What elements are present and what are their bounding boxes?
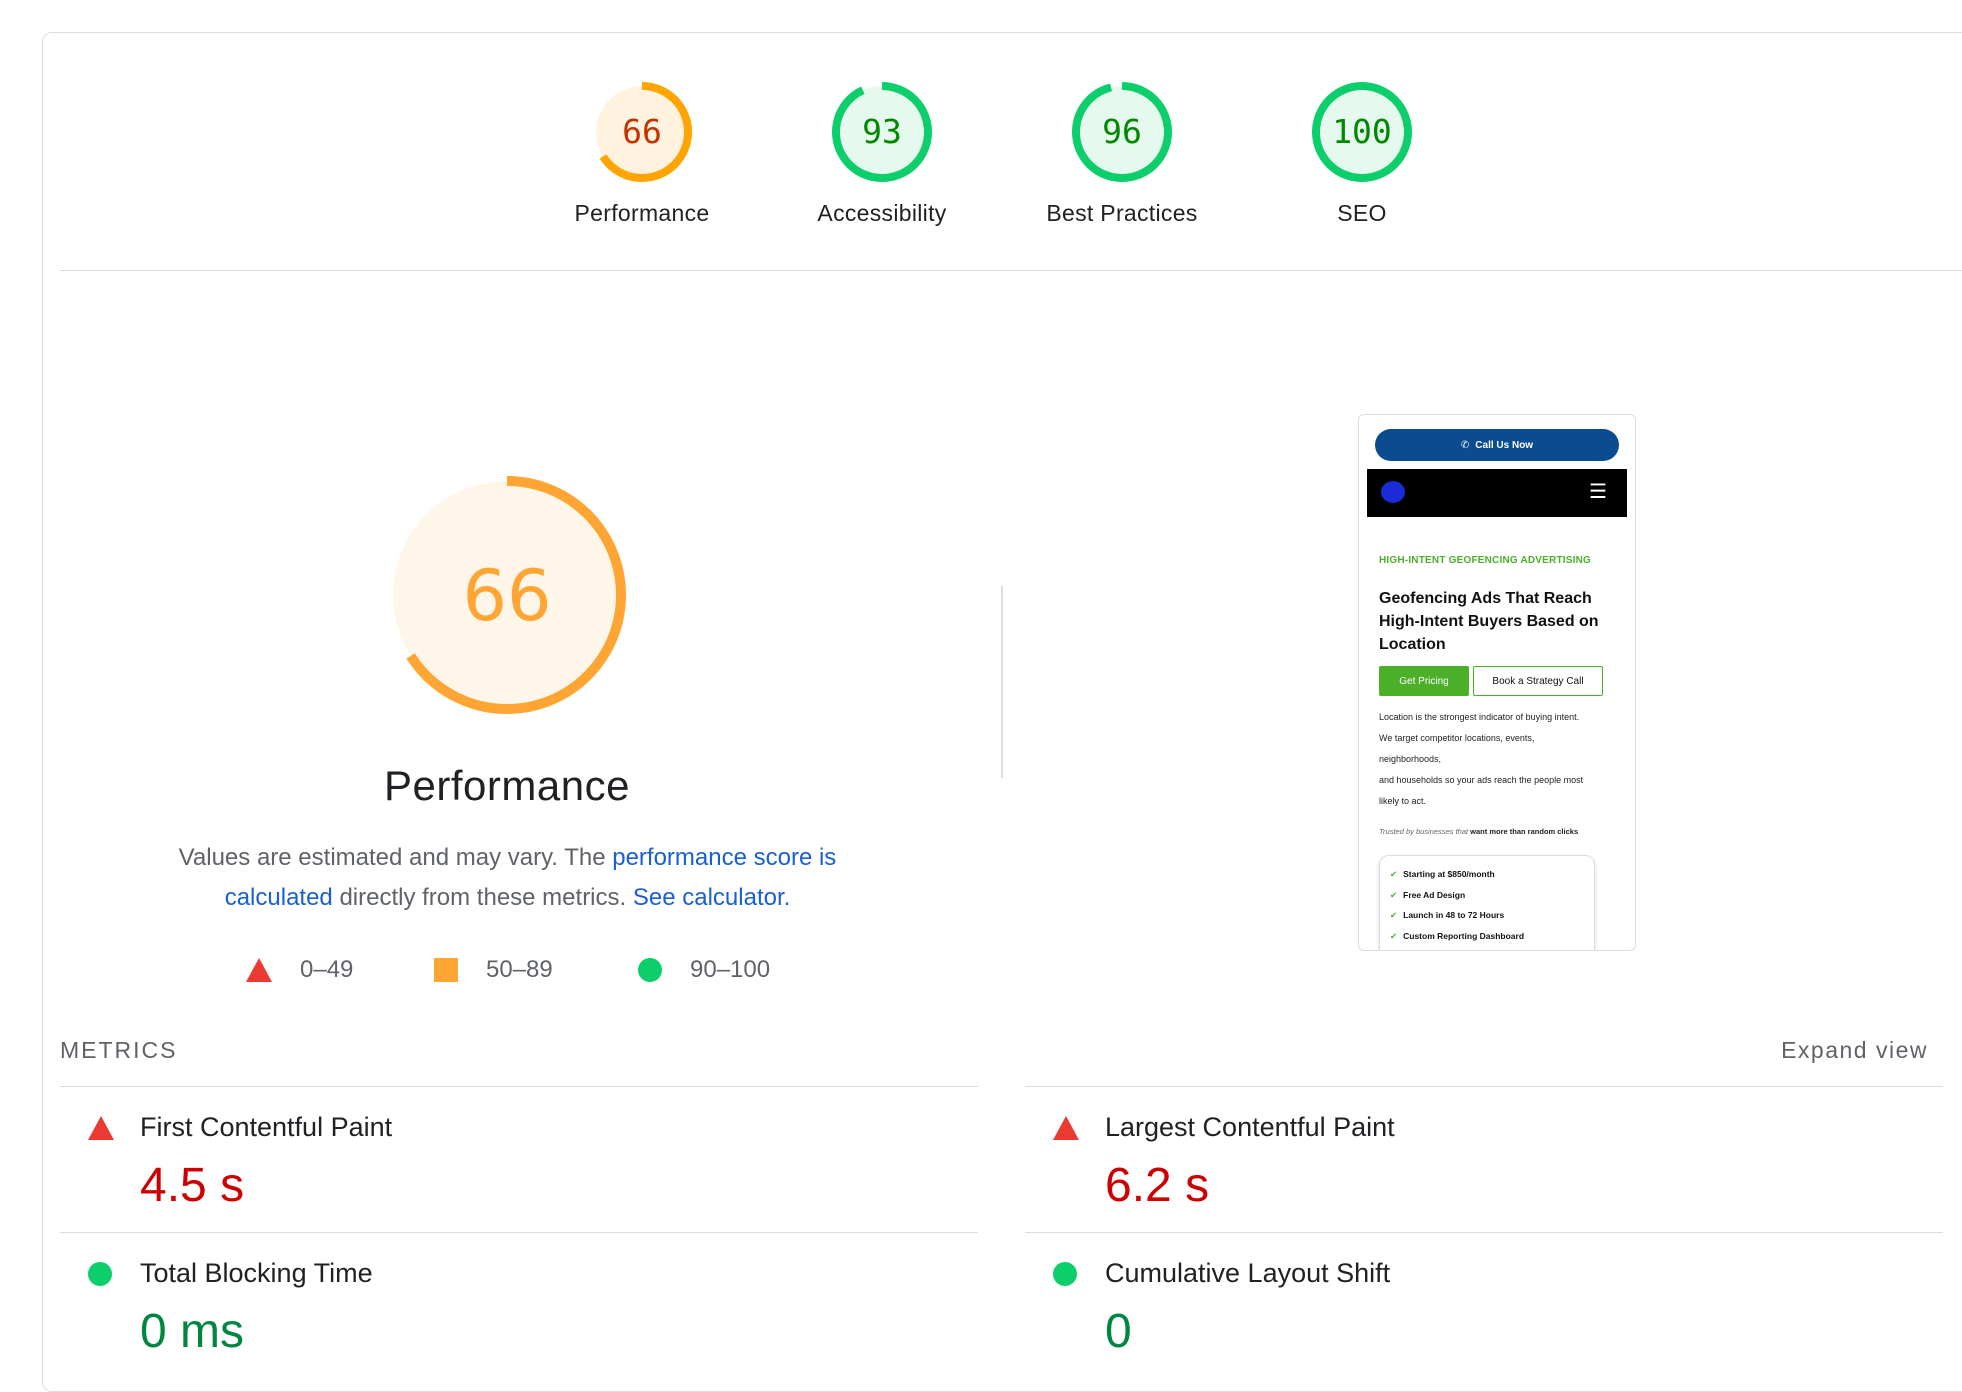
- gauge-label: Accessibility: [817, 200, 947, 226]
- fail-triangle-icon: [1053, 1116, 1079, 1140]
- expand-view-toggle[interactable]: Expand view: [1781, 1037, 1928, 1064]
- circle-icon: [638, 958, 662, 982]
- hero-headline: Geofencing Ads That Reach High-Intent Bu…: [1379, 590, 1599, 653]
- final-screenshot[interactable]: ✆ Call Us Now ☰ HIGH-INTENT GEOFENCING A…: [1358, 414, 1636, 951]
- gauge-seo[interactable]: 100 SEO: [1242, 80, 1482, 227]
- gauge-label: SEO: [1337, 200, 1387, 226]
- body-line: likely to act.: [1379, 796, 1427, 806]
- checklist-label: Launch in 48 to 72 Hours: [1403, 910, 1505, 920]
- metric-name: Total Blocking Time: [140, 1258, 373, 1288]
- phone-icon: ✆: [1460, 439, 1470, 451]
- performance-score: 66: [462, 555, 551, 637]
- gauge-label: Performance: [574, 200, 710, 226]
- vertical-divider: [1001, 586, 1003, 778]
- legend-label: 90–100: [690, 956, 771, 983]
- metric-name: First Contentful Paint: [140, 1112, 393, 1142]
- legend-label: 0–49: [300, 956, 354, 983]
- metric-name: Largest Contentful Paint: [1105, 1112, 1395, 1142]
- gauge-ring: 96: [1072, 82, 1172, 182]
- gauge-ring: 93: [832, 82, 932, 182]
- check-icon: ✔: [1390, 910, 1398, 920]
- check-icon: ✔: [1390, 869, 1398, 879]
- check-icon: ✔: [1390, 930, 1398, 941]
- metric-value: 6.2 s: [1105, 1159, 1210, 1212]
- fail-triangle-icon: [88, 1116, 114, 1140]
- hero-body: Location is the strongest indicator of b…: [1379, 707, 1619, 812]
- gauge-ring: 66: [592, 82, 692, 182]
- gauge-score: 96: [1102, 112, 1142, 151]
- see-calculator-link[interactable]: See calculator.: [633, 884, 790, 911]
- metric-value: 0 ms: [140, 1305, 245, 1358]
- square-icon: [434, 958, 458, 982]
- gauge-best-practices[interactable]: 96 Best Practices: [1002, 80, 1242, 227]
- gauges-divider: [60, 270, 1962, 271]
- performance-title: Performance: [384, 762, 630, 809]
- trusted-line: Trusted by businesses that want more tha…: [1379, 827, 1578, 836]
- metrics-header: METRICS: [60, 1037, 178, 1063]
- metric-value: 0: [1105, 1305, 1132, 1358]
- metric-name: Cumulative Layout Shift: [1105, 1258, 1391, 1288]
- metric-fcp: First Contentful Paint 4.5 s: [60, 1086, 960, 1232]
- triangle-icon: [246, 958, 272, 982]
- body-line: and households so your ads reach the peo…: [1379, 775, 1584, 785]
- checklist-label: Free Ad Design: [1403, 889, 1466, 900]
- performance-description: Values are estimated and may vary. The p…: [140, 838, 875, 918]
- call-us-button: ✆ Call Us Now: [1375, 429, 1619, 461]
- body-line: We target competitor locations, events,: [1379, 733, 1535, 743]
- checklist-item: ✔ Free Ad Design: [1390, 885, 1584, 906]
- gauge-ring: 100: [1312, 82, 1412, 182]
- gauge-score: 100: [1332, 112, 1392, 151]
- book-call-button: Book a Strategy Call: [1473, 666, 1603, 696]
- legend-label: 50–89: [486, 956, 553, 983]
- checklist-item: ✔ Custom Reporting Dashboard: [1390, 926, 1584, 947]
- metric-lcp: Largest Contentful Paint 6.2 s: [1025, 1086, 1925, 1232]
- gauge-accessibility[interactable]: 93 Accessibility: [762, 80, 1002, 227]
- gauge-score: 66: [622, 112, 662, 151]
- feature-checklist: ✔ Starting at $850/month ✔ Free Ad Design …: [1379, 855, 1595, 950]
- site-logo: [1381, 481, 1405, 503]
- desc-text: directly from these metrics.: [332, 884, 633, 911]
- site-navbar: ☰: [1367, 469, 1627, 517]
- hamburger-menu-icon: ☰: [1589, 481, 1607, 503]
- trusted-text: Trusted by businesses that: [1379, 827, 1471, 836]
- gauge-score: 93: [862, 112, 902, 151]
- checklist-item: ✔ Launch in 48 to 72 Hours: [1390, 905, 1584, 926]
- legend-pass: 90–100: [638, 956, 770, 984]
- gauge-performance[interactable]: 66 Performance: [522, 80, 762, 227]
- checklist-item: ✔ Starting at $850/month: [1390, 864, 1584, 885]
- trusted-bold: want more than random clicks: [1470, 827, 1579, 836]
- metric-cls: Cumulative Layout Shift 0: [1025, 1232, 1925, 1378]
- hero-eyebrow: HIGH-INTENT GEOFENCING ADVERTISING: [1379, 555, 1591, 566]
- pass-circle-icon: [88, 1262, 112, 1286]
- legend-average: 50–89: [434, 956, 553, 984]
- body-line: Location is the strongest indicator of b…: [1379, 712, 1580, 722]
- checklist-label: Custom Reporting Dashboard: [1403, 930, 1525, 941]
- checklist-label: Starting at $850/month: [1403, 869, 1495, 879]
- metric-value: 4.5 s: [140, 1159, 245, 1212]
- check-icon: ✔: [1390, 889, 1398, 900]
- desc-text: Values are estimated and may vary. The: [178, 844, 613, 871]
- performance-gauge-large: 66: [388, 476, 626, 714]
- score-gauges: 66 Performance 93 Accessibility 96 Best …: [0, 40, 1962, 240]
- get-pricing-button: Get Pricing: [1379, 666, 1469, 696]
- pass-circle-icon: [1053, 1262, 1077, 1286]
- body-line: neighborhoods,: [1379, 754, 1442, 764]
- score-legend: 0–49 50–89 90–100: [0, 956, 1014, 996]
- legend-fail: 0–49: [246, 956, 353, 984]
- gauge-label: Best Practices: [1046, 200, 1198, 226]
- call-us-label: Call Us Now: [1475, 439, 1534, 451]
- metric-tbt: Total Blocking Time 0 ms: [60, 1232, 960, 1378]
